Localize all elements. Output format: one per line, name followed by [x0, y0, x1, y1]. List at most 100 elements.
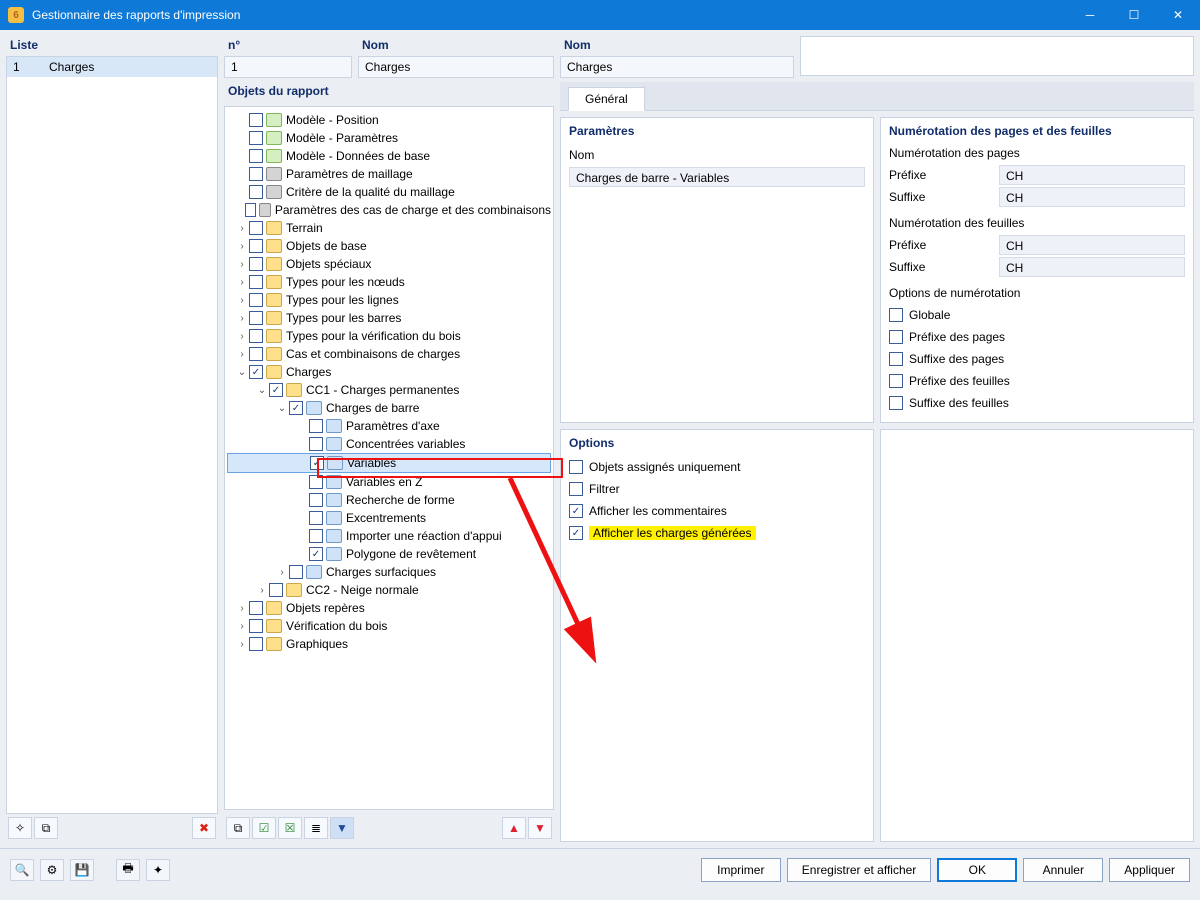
tree-caret-icon[interactable]: › — [255, 585, 269, 596]
tree-item[interactable]: Modèle - Données de base — [227, 147, 551, 165]
tree-checkbox[interactable] — [249, 113, 263, 127]
tree-item[interactable]: ›Vérification du bois — [227, 617, 551, 635]
tree-checkbox[interactable] — [249, 311, 263, 325]
tree-checkbox[interactable] — [249, 257, 263, 271]
tree-item[interactable]: ›Graphiques — [227, 635, 551, 653]
save-template-button[interactable]: 💾 — [70, 859, 94, 881]
opt-suffix-sheets-checkbox[interactable] — [889, 396, 903, 410]
tree-item[interactable]: Modèle - Paramètres — [227, 129, 551, 147]
tree-list-button[interactable]: ≣ — [304, 817, 328, 839]
tree-checkbox[interactable] — [269, 383, 283, 397]
tree-item[interactable]: ⌄CC1 - Charges permanentes — [227, 381, 551, 399]
tree-checkbox[interactable] — [309, 511, 323, 525]
move-up-button[interactable]: ▲ — [502, 817, 526, 839]
pages-prefix-field[interactable]: CH — [999, 165, 1185, 185]
tree-caret-icon[interactable]: › — [235, 639, 249, 650]
tree-caret-icon[interactable]: › — [235, 241, 249, 252]
opt-suffix-pages-checkbox[interactable] — [889, 352, 903, 366]
tree-item[interactable]: ⌄Charges — [227, 363, 551, 381]
opt-generated-checkbox[interactable] — [569, 526, 583, 540]
maximize-button[interactable]: ☐ — [1112, 0, 1156, 30]
name-field[interactable]: Charges — [358, 56, 554, 78]
tree-checkbox[interactable] — [249, 347, 263, 361]
tree-copy-button[interactable]: ⧉ — [226, 817, 250, 839]
tree-caret-icon[interactable]: › — [235, 313, 249, 324]
tree-caret-icon[interactable]: ⌄ — [255, 385, 269, 396]
tree-checkbox[interactable] — [309, 437, 323, 451]
opt-filter-checkbox[interactable] — [569, 482, 583, 496]
tree-item[interactable]: ›Types pour les lignes — [227, 291, 551, 309]
tree-item[interactable]: ›Terrain — [227, 219, 551, 237]
tree-checkbox[interactable] — [310, 456, 324, 470]
tree-checkbox[interactable] — [249, 329, 263, 343]
tree-item[interactable]: ›Objets de base — [227, 237, 551, 255]
tree-checkbox[interactable] — [309, 529, 323, 543]
cancel-button[interactable]: Annuler — [1023, 858, 1103, 882]
tree-item[interactable]: ›CC2 - Neige normale — [227, 581, 551, 599]
tree-checkbox[interactable] — [249, 149, 263, 163]
settings-button[interactable]: ⚙ — [40, 859, 64, 881]
tree-checkbox[interactable] — [289, 565, 303, 579]
tree-item[interactable]: Paramètres des cas de charge et des comb… — [227, 201, 551, 219]
opt-assigned-checkbox[interactable] — [569, 460, 583, 474]
tree-item[interactable]: ⌄Charges de barre — [227, 399, 551, 417]
new-report-button[interactable]: ✧ — [8, 817, 32, 839]
tree-item[interactable]: Importer une réaction d'appui — [227, 527, 551, 545]
tree-checkbox[interactable] — [249, 185, 263, 199]
tree-item[interactable]: Polygone de revêtement — [227, 545, 551, 563]
tree-caret-icon[interactable]: › — [235, 603, 249, 614]
tree-checkbox[interactable] — [249, 601, 263, 615]
opt-prefix-pages-checkbox[interactable] — [889, 330, 903, 344]
tree-item[interactable]: Critère de la qualité du maillage — [227, 183, 551, 201]
tree-caret-icon[interactable]: › — [235, 223, 249, 234]
tree-caret-icon[interactable]: ⌄ — [235, 367, 249, 378]
pages-suffix-field[interactable]: CH — [999, 187, 1185, 207]
tree-item[interactable]: Concentrées variables — [227, 435, 551, 453]
tree-caret-icon[interactable]: › — [275, 567, 289, 578]
sheets-suffix-field[interactable]: CH — [999, 257, 1185, 277]
delete-report-button[interactable]: ✖ — [192, 817, 216, 839]
tree-checkbox[interactable] — [249, 239, 263, 253]
name2-field[interactable]: Charges — [560, 56, 794, 78]
minimize-button[interactable]: ─ — [1068, 0, 1112, 30]
print-setup-button[interactable]: 🖶 — [116, 859, 140, 881]
tree-uncheckall-button[interactable]: ☒ — [278, 817, 302, 839]
liste-row[interactable]: 1 Charges — [7, 57, 217, 77]
tree-checkall-button[interactable]: ☑ — [252, 817, 276, 839]
tree-item[interactable]: ›Types pour les barres — [227, 309, 551, 327]
language-button[interactable]: ✦ — [146, 859, 170, 881]
tree-checkbox[interactable] — [249, 131, 263, 145]
tree-caret-icon[interactable]: ⌄ — [275, 403, 289, 414]
param-name-value[interactable]: Charges de barre - Variables — [569, 167, 865, 187]
tree-item[interactable]: Variables — [227, 453, 551, 473]
tree-checkbox[interactable] — [249, 293, 263, 307]
tree-checkbox[interactable] — [309, 419, 323, 433]
tree-checkbox[interactable] — [309, 475, 323, 489]
tree-checkbox[interactable] — [249, 167, 263, 181]
tree-checkbox[interactable] — [309, 493, 323, 507]
tree-checkbox[interactable] — [309, 547, 323, 561]
tree-caret-icon[interactable]: › — [235, 259, 249, 270]
tree-caret-icon[interactable]: › — [235, 295, 249, 306]
tree-checkbox[interactable] — [245, 203, 256, 217]
copy-report-button[interactable]: ⧉ — [34, 817, 58, 839]
ok-button[interactable]: OK — [937, 858, 1017, 882]
tree-item[interactable]: Paramètres d'axe — [227, 417, 551, 435]
opt-global-checkbox[interactable] — [889, 308, 903, 322]
tree-caret-icon[interactable]: › — [235, 349, 249, 360]
tree-checkbox[interactable] — [249, 637, 263, 651]
tree-caret-icon[interactable]: › — [235, 331, 249, 342]
tree-item[interactable]: Modèle - Position — [227, 111, 551, 129]
tree-filter-button[interactable]: ▼ — [330, 817, 354, 839]
tree-item[interactable]: ›Objets spéciaux — [227, 255, 551, 273]
opt-prefix-sheets-checkbox[interactable] — [889, 374, 903, 388]
tree-item[interactable]: ›Types pour les nœuds — [227, 273, 551, 291]
save-and-show-button[interactable]: Enregistrer et afficher — [787, 858, 932, 882]
print-button[interactable]: Imprimer — [701, 858, 781, 882]
tree-item[interactable]: ›Objets repères — [227, 599, 551, 617]
close-button[interactable]: ✕ — [1156, 0, 1200, 30]
tree-checkbox[interactable] — [269, 583, 283, 597]
tree-item[interactable]: Recherche de forme — [227, 491, 551, 509]
move-down-button[interactable]: ▼ — [528, 817, 552, 839]
tree-checkbox[interactable] — [249, 619, 263, 633]
